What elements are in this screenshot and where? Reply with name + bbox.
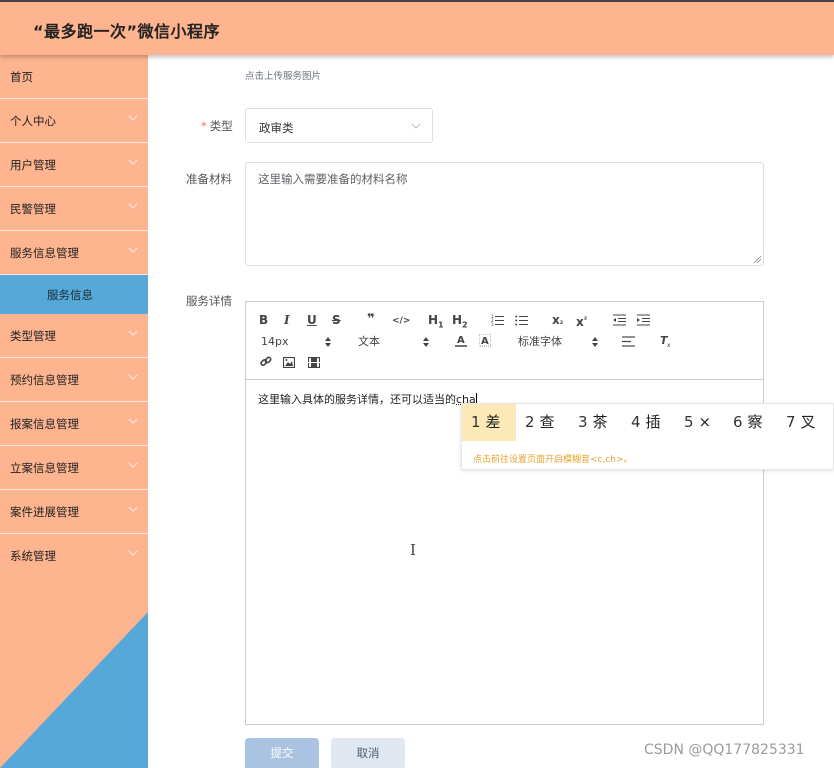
chevron-down-icon xyxy=(128,159,138,165)
chevron-down-icon xyxy=(128,374,138,380)
ime-candidate[interactable]: 2查 xyxy=(516,404,564,441)
cancel-button[interactable]: 取消 xyxy=(331,738,405,768)
ime-candidate[interactable]: 6察 xyxy=(724,404,772,441)
sidebar-item-label: 用户管理 xyxy=(10,158,56,172)
sidebar-item-label: 立案信息管理 xyxy=(10,461,79,475)
clear-format-icon[interactable]: Tx xyxy=(660,334,673,347)
underline-button[interactable]: U xyxy=(307,313,317,327)
outdent-icon[interactable] xyxy=(613,314,626,326)
sidebar-item-label: 报案信息管理 xyxy=(10,417,79,431)
sidebar-item-user-management[interactable]: 用户管理 xyxy=(0,143,148,187)
chevron-down-icon xyxy=(128,330,138,336)
svg-text:x: x xyxy=(667,342,671,347)
sidebar-item-label: 案件进展管理 xyxy=(10,505,79,519)
sidebar-item-personal-center[interactable]: 个人中心 xyxy=(0,99,148,143)
type-label: * 类型 xyxy=(201,119,233,133)
chevron-down-icon xyxy=(128,550,138,556)
italic-button[interactable]: I xyxy=(284,313,290,327)
sidebar-item-case-progress-management[interactable]: 案件进展管理 xyxy=(0,490,148,534)
sidebar-item-report-management[interactable]: 报案信息管理 xyxy=(0,402,148,446)
materials-placeholder: 这里输入需要准备的材料名称 xyxy=(258,172,408,186)
chevron-down-icon xyxy=(128,203,138,209)
heading2-button[interactable]: H2 xyxy=(452,313,468,332)
sidebar-item-label: 个人中心 xyxy=(10,114,56,128)
align-icon[interactable] xyxy=(622,336,635,347)
indent-icon[interactable] xyxy=(637,314,650,326)
background-color-icon[interactable]: A xyxy=(479,334,491,347)
subscript-button[interactable]: x₂ xyxy=(552,313,563,329)
editor-content-text: 这里输入具体的服务详情，还可以适当的cha xyxy=(258,393,477,406)
sidebar-item-case-filing-management[interactable]: 立案信息管理 xyxy=(0,446,148,490)
sidebar-decoration xyxy=(0,612,148,768)
sidebar-item-system-management[interactable]: 系统管理 xyxy=(0,534,148,578)
app-header: “最多跑一次”微信小程序 xyxy=(0,0,834,55)
superscript-button[interactable]: x² xyxy=(576,313,587,329)
details-label: 服务详情 xyxy=(186,294,232,308)
bold-button[interactable]: B xyxy=(259,313,268,327)
type-select[interactable]: 政审类 xyxy=(245,108,433,143)
chevron-down-icon xyxy=(128,462,138,468)
watermark: CSDN @QQ177825331 xyxy=(644,742,805,758)
chevron-down-icon xyxy=(128,247,138,253)
upload-hint[interactable]: 点击上传服务图片 xyxy=(245,68,321,82)
ime-candidate-popup: 1差 2查 3茶 4插 5 × 6察 7叉 点击前往设置页面开启模糊音<c,ch>… xyxy=(461,403,834,470)
materials-textarea[interactable]: 这里输入需要准备的材料名称 xyxy=(245,162,764,266)
ordered-list-icon[interactable]: 123 xyxy=(491,314,504,326)
ime-settings-tip[interactable]: 点击前往设置页面开启模糊音<c,ch>。 xyxy=(473,452,633,465)
sidebar-subitem-service-info[interactable]: 服务信息 xyxy=(0,275,148,314)
rich-text-editor: B I U S ❞ </> H1 H2 123 x₂ x² 14px 文本 A xyxy=(245,301,764,725)
ime-candidate[interactable]: 3茶 xyxy=(569,404,617,441)
font-family-select[interactable]: 标准字体 xyxy=(518,335,562,349)
app-title: “最多跑一次”微信小程序 xyxy=(33,22,221,41)
sidebar-item-type-management[interactable]: 类型管理 xyxy=(0,314,148,358)
video-icon[interactable] xyxy=(308,357,320,368)
editor-toolbar: B I U S ❞ </> H1 H2 123 x₂ x² 14px 文本 A xyxy=(246,302,763,380)
sidebar-item-label: 首页 xyxy=(10,70,33,84)
svg-text:A: A xyxy=(457,335,465,346)
sidebar-item-police-management[interactable]: 民警管理 xyxy=(0,187,148,231)
sidebar-item-label: 类型管理 xyxy=(10,329,56,343)
bullet-list-icon[interactable] xyxy=(515,314,528,326)
resize-handle-icon[interactable] xyxy=(753,255,761,263)
sidebar-subitem-label: 服务信息 xyxy=(47,288,93,302)
sidebar-item-label: 系统管理 xyxy=(10,549,56,563)
text-color-icon[interactable]: A xyxy=(455,334,467,347)
ime-candidate[interactable]: 4插 xyxy=(622,404,670,441)
sidebar-item-label: 预约信息管理 xyxy=(10,373,79,387)
font-size-select[interactable]: 14px xyxy=(261,335,289,349)
sidebar-item-home[interactable]: 首页 xyxy=(0,55,148,99)
text-cursor-icon: I xyxy=(410,541,416,559)
chevron-down-icon xyxy=(128,115,138,121)
ime-candidate[interactable]: 1差 xyxy=(462,404,516,441)
blockquote-button[interactable]: ❞ xyxy=(367,313,375,327)
sidebar-item-service-info-management[interactable]: 服务信息管理 xyxy=(0,231,148,275)
link-icon[interactable] xyxy=(260,356,272,368)
sidebar-item-label: 民警管理 xyxy=(10,202,56,216)
text-style-select[interactable]: 文本 xyxy=(358,335,380,349)
sidebar-item-label: 服务信息管理 xyxy=(10,246,79,260)
required-mark: * xyxy=(201,119,207,133)
code-block-button[interactable]: </> xyxy=(392,314,410,328)
sidebar: 首页 个人中心 用户管理 民警管理 服务信息管理 服务信息 类型管理 预约信息管… xyxy=(0,55,148,768)
chevron-down-icon xyxy=(411,123,421,129)
ime-candidate[interactable]: 7叉 xyxy=(777,404,825,441)
materials-label: 准备材料 xyxy=(186,172,232,186)
sidebar-item-appointment-management[interactable]: 预约信息管理 xyxy=(0,358,148,402)
svg-text:A: A xyxy=(481,336,489,347)
ime-candidate[interactable]: 5 × xyxy=(675,404,720,441)
heading1-button[interactable]: H1 xyxy=(428,313,444,332)
type-select-value: 政审类 xyxy=(259,121,294,135)
select-arrows-icon xyxy=(423,337,429,347)
select-arrows-icon xyxy=(592,337,598,347)
strike-button[interactable]: S xyxy=(332,313,341,327)
image-icon[interactable] xyxy=(283,357,295,368)
submit-button[interactable]: 提交 xyxy=(245,738,319,768)
chevron-down-icon xyxy=(128,506,138,512)
app-window: “最多跑一次”微信小程序 首页 个人中心 用户管理 民警管理 服务信息管理 服务… xyxy=(0,0,834,768)
svg-text:3: 3 xyxy=(491,322,494,326)
chevron-down-icon xyxy=(128,418,138,424)
select-arrows-icon xyxy=(325,337,331,347)
